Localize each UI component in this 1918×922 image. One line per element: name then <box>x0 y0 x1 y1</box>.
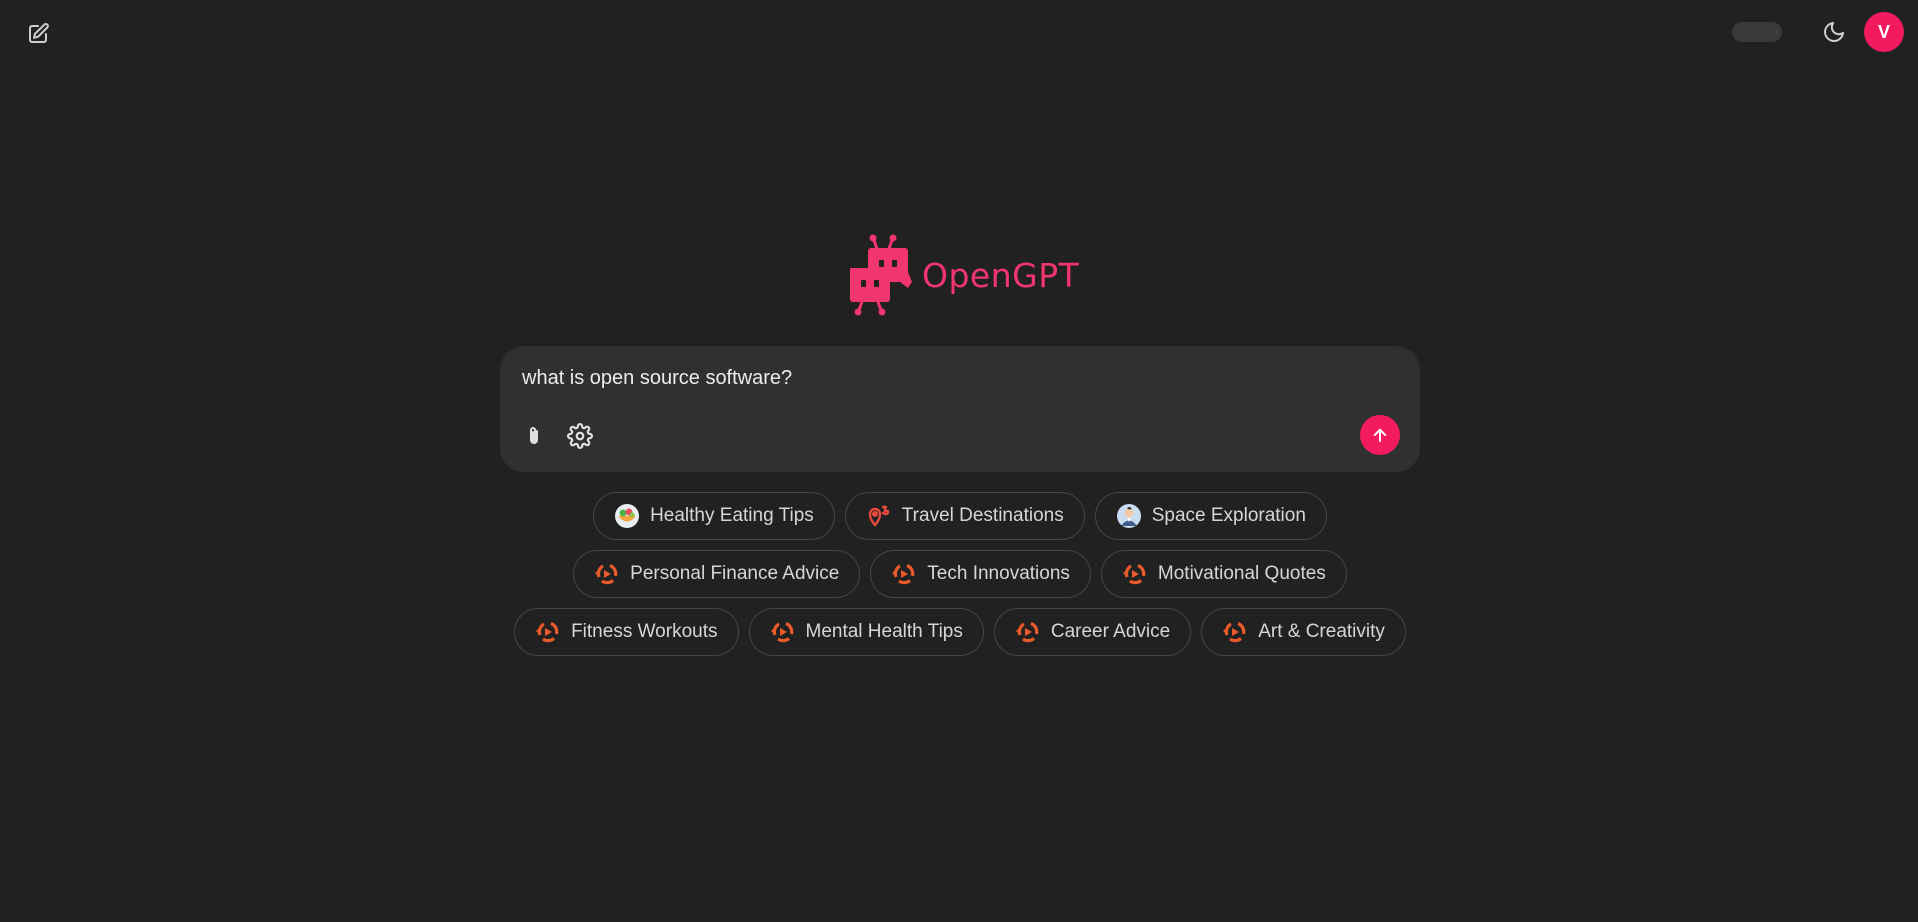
suggestion-chip-label: Art & Creativity <box>1258 621 1385 642</box>
suggestion-chip-label: Mental Health Tips <box>805 621 963 642</box>
send-button[interactable] <box>1360 415 1400 455</box>
suggestion-row: Fitness Workouts Mental Health Tips Care… <box>509 608 1411 656</box>
suggestion-row: Personal Finance Advice Tech Innovations <box>568 550 1352 598</box>
suggestion-chip[interactable]: Career Advice <box>993 608 1192 656</box>
suggestion-chip-label: Travel Destinations <box>901 505 1064 526</box>
suggestion-chip-label: Healthy Eating Tips <box>650 505 814 526</box>
map-pin-icon <box>866 503 892 529</box>
chat-composer <box>500 346 1420 472</box>
app-logo-icon <box>1222 619 1248 645</box>
suggestion-chip-label: Space Exploration <box>1151 505 1306 526</box>
app-logo-icon <box>1122 561 1148 587</box>
app-logo-icon <box>770 619 796 645</box>
suggestion-chips: Healthy Eating Tips Travel Destinations <box>500 492 1420 666</box>
suggestion-chip-label: Motivational Quotes <box>1157 563 1326 584</box>
app-logo-icon <box>535 619 561 645</box>
arrow-up-icon <box>1373 428 1387 442</box>
chat-input[interactable] <box>520 362 1384 394</box>
gear-icon <box>567 423 593 449</box>
app-logo-icon <box>891 561 917 587</box>
suggestion-row: Healthy Eating Tips Travel Destinations <box>588 492 1332 540</box>
pencil-square-icon <box>29 23 49 43</box>
suggestion-chip-label: Tech Innovations <box>927 563 1070 584</box>
suggestion-chip-label: Personal Finance Advice <box>630 563 840 584</box>
theme-toggle-button[interactable] <box>1818 16 1850 48</box>
suggestion-chip[interactable]: Space Exploration <box>1094 492 1327 540</box>
app-logo-icon <box>1015 619 1041 645</box>
suggestion-chip[interactable]: Healthy Eating Tips <box>593 492 835 540</box>
app-logo: OpenGPT <box>848 232 1079 318</box>
suggestion-chip-label: Fitness Workouts <box>571 621 718 642</box>
app-name: OpenGPT <box>922 255 1080 295</box>
model-selector-placeholder[interactable] <box>1732 22 1782 42</box>
salad-bowl-icon <box>614 503 640 529</box>
settings-button[interactable] <box>564 420 596 452</box>
new-chat-button[interactable] <box>22 18 54 50</box>
astronaut-avatar-icon <box>1116 503 1142 529</box>
suggestion-chip[interactable]: Mental Health Tips <box>748 608 984 656</box>
user-avatar[interactable]: V <box>1864 12 1904 52</box>
suggestion-chip[interactable]: Art & Creativity <box>1201 608 1406 656</box>
suggestion-chip[interactable]: Personal Finance Advice <box>573 550 861 598</box>
suggestion-chip-label: Career Advice <box>1050 621 1171 642</box>
paperclip-icon <box>530 427 538 444</box>
moon-icon <box>1824 22 1844 42</box>
suggestion-chip[interactable]: Fitness Workouts <box>514 608 739 656</box>
app-logo-icon <box>594 561 620 587</box>
top-bar: V <box>0 0 1918 64</box>
robot-logo-icon <box>850 234 912 316</box>
suggestion-chip[interactable]: Travel Destinations <box>844 492 1085 540</box>
suggestion-chip[interactable]: Tech Innovations <box>870 550 1091 598</box>
attach-button[interactable] <box>518 420 550 452</box>
suggestion-chip[interactable]: Motivational Quotes <box>1100 550 1347 598</box>
